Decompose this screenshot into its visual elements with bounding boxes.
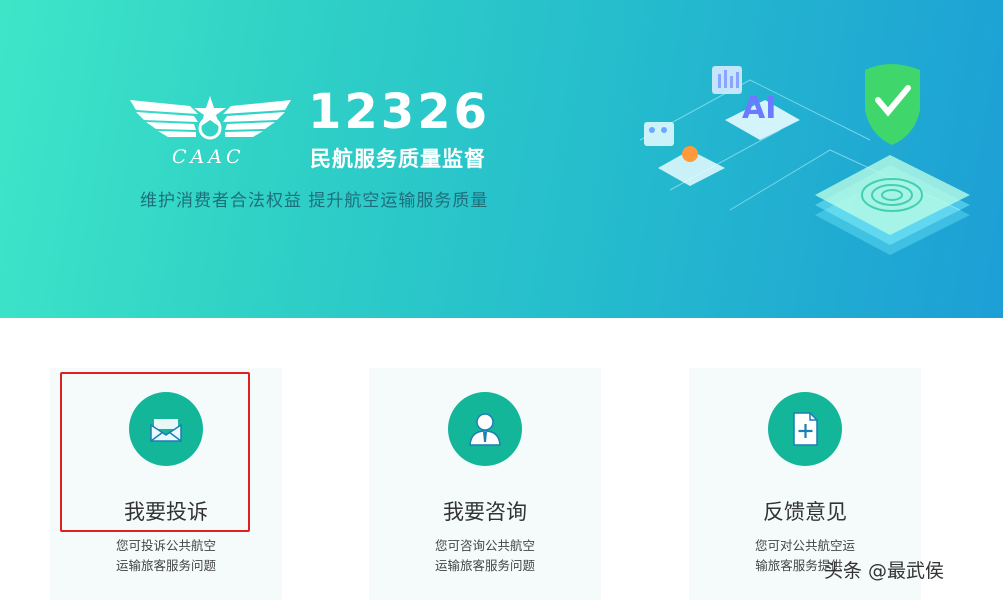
complaint-title[interactable]: 我要投诉 <box>50 496 282 526</box>
hero-banner: CAAC 12326 民航服务质量监督 维护消费者合法权益 提升航空运输服务质量… <box>0 0 1003 318</box>
caac-logo-text: CAAC <box>172 146 245 168</box>
feedback-title[interactable]: 反馈意见 <box>689 496 921 526</box>
banner-subtitle: 民航服务质量监督 <box>310 147 486 171</box>
feedback-desc-line1: 您可对公共航空运 <box>754 538 855 553</box>
feedback-icon-circle[interactable] <box>768 392 842 466</box>
complaint-description: 您可投诉公共航空 运输旅客服务问题 <box>50 536 282 576</box>
security-illustration-icon: AI <box>639 64 970 255</box>
card-complaint[interactable]: 我要投诉 您可投诉公共航空 运输旅客服务问题 <box>50 368 282 600</box>
envelope-icon <box>150 419 182 442</box>
consult-desc-line2: 运输旅客服务问题 <box>434 558 535 573</box>
document-add-icon <box>793 412 818 446</box>
complaint-desc-line1: 您可投诉公共航空 <box>115 538 216 553</box>
card-consult[interactable]: 我要咨询 您可咨询公共航空 运输旅客服务问题 <box>369 368 601 600</box>
consult-desc-line1: 您可咨询公共航空 <box>434 538 535 553</box>
banner-slogan: 维护消费者合法权益 提升航空运输服务质量 <box>140 191 489 211</box>
hotline-number: 12326 <box>308 84 490 140</box>
consult-description: 您可咨询公共航空 运输旅客服务问题 <box>369 536 601 576</box>
complaint-icon-circle[interactable] <box>129 392 203 466</box>
complaint-desc-line2: 运输旅客服务问题 <box>115 558 216 573</box>
consult-icon-circle[interactable] <box>448 392 522 466</box>
ai-label: AI <box>742 91 776 126</box>
consult-title[interactable]: 我要咨询 <box>369 496 601 526</box>
person-icon <box>469 413 501 446</box>
watermark-text: 头条 @最武侯 <box>824 560 945 582</box>
